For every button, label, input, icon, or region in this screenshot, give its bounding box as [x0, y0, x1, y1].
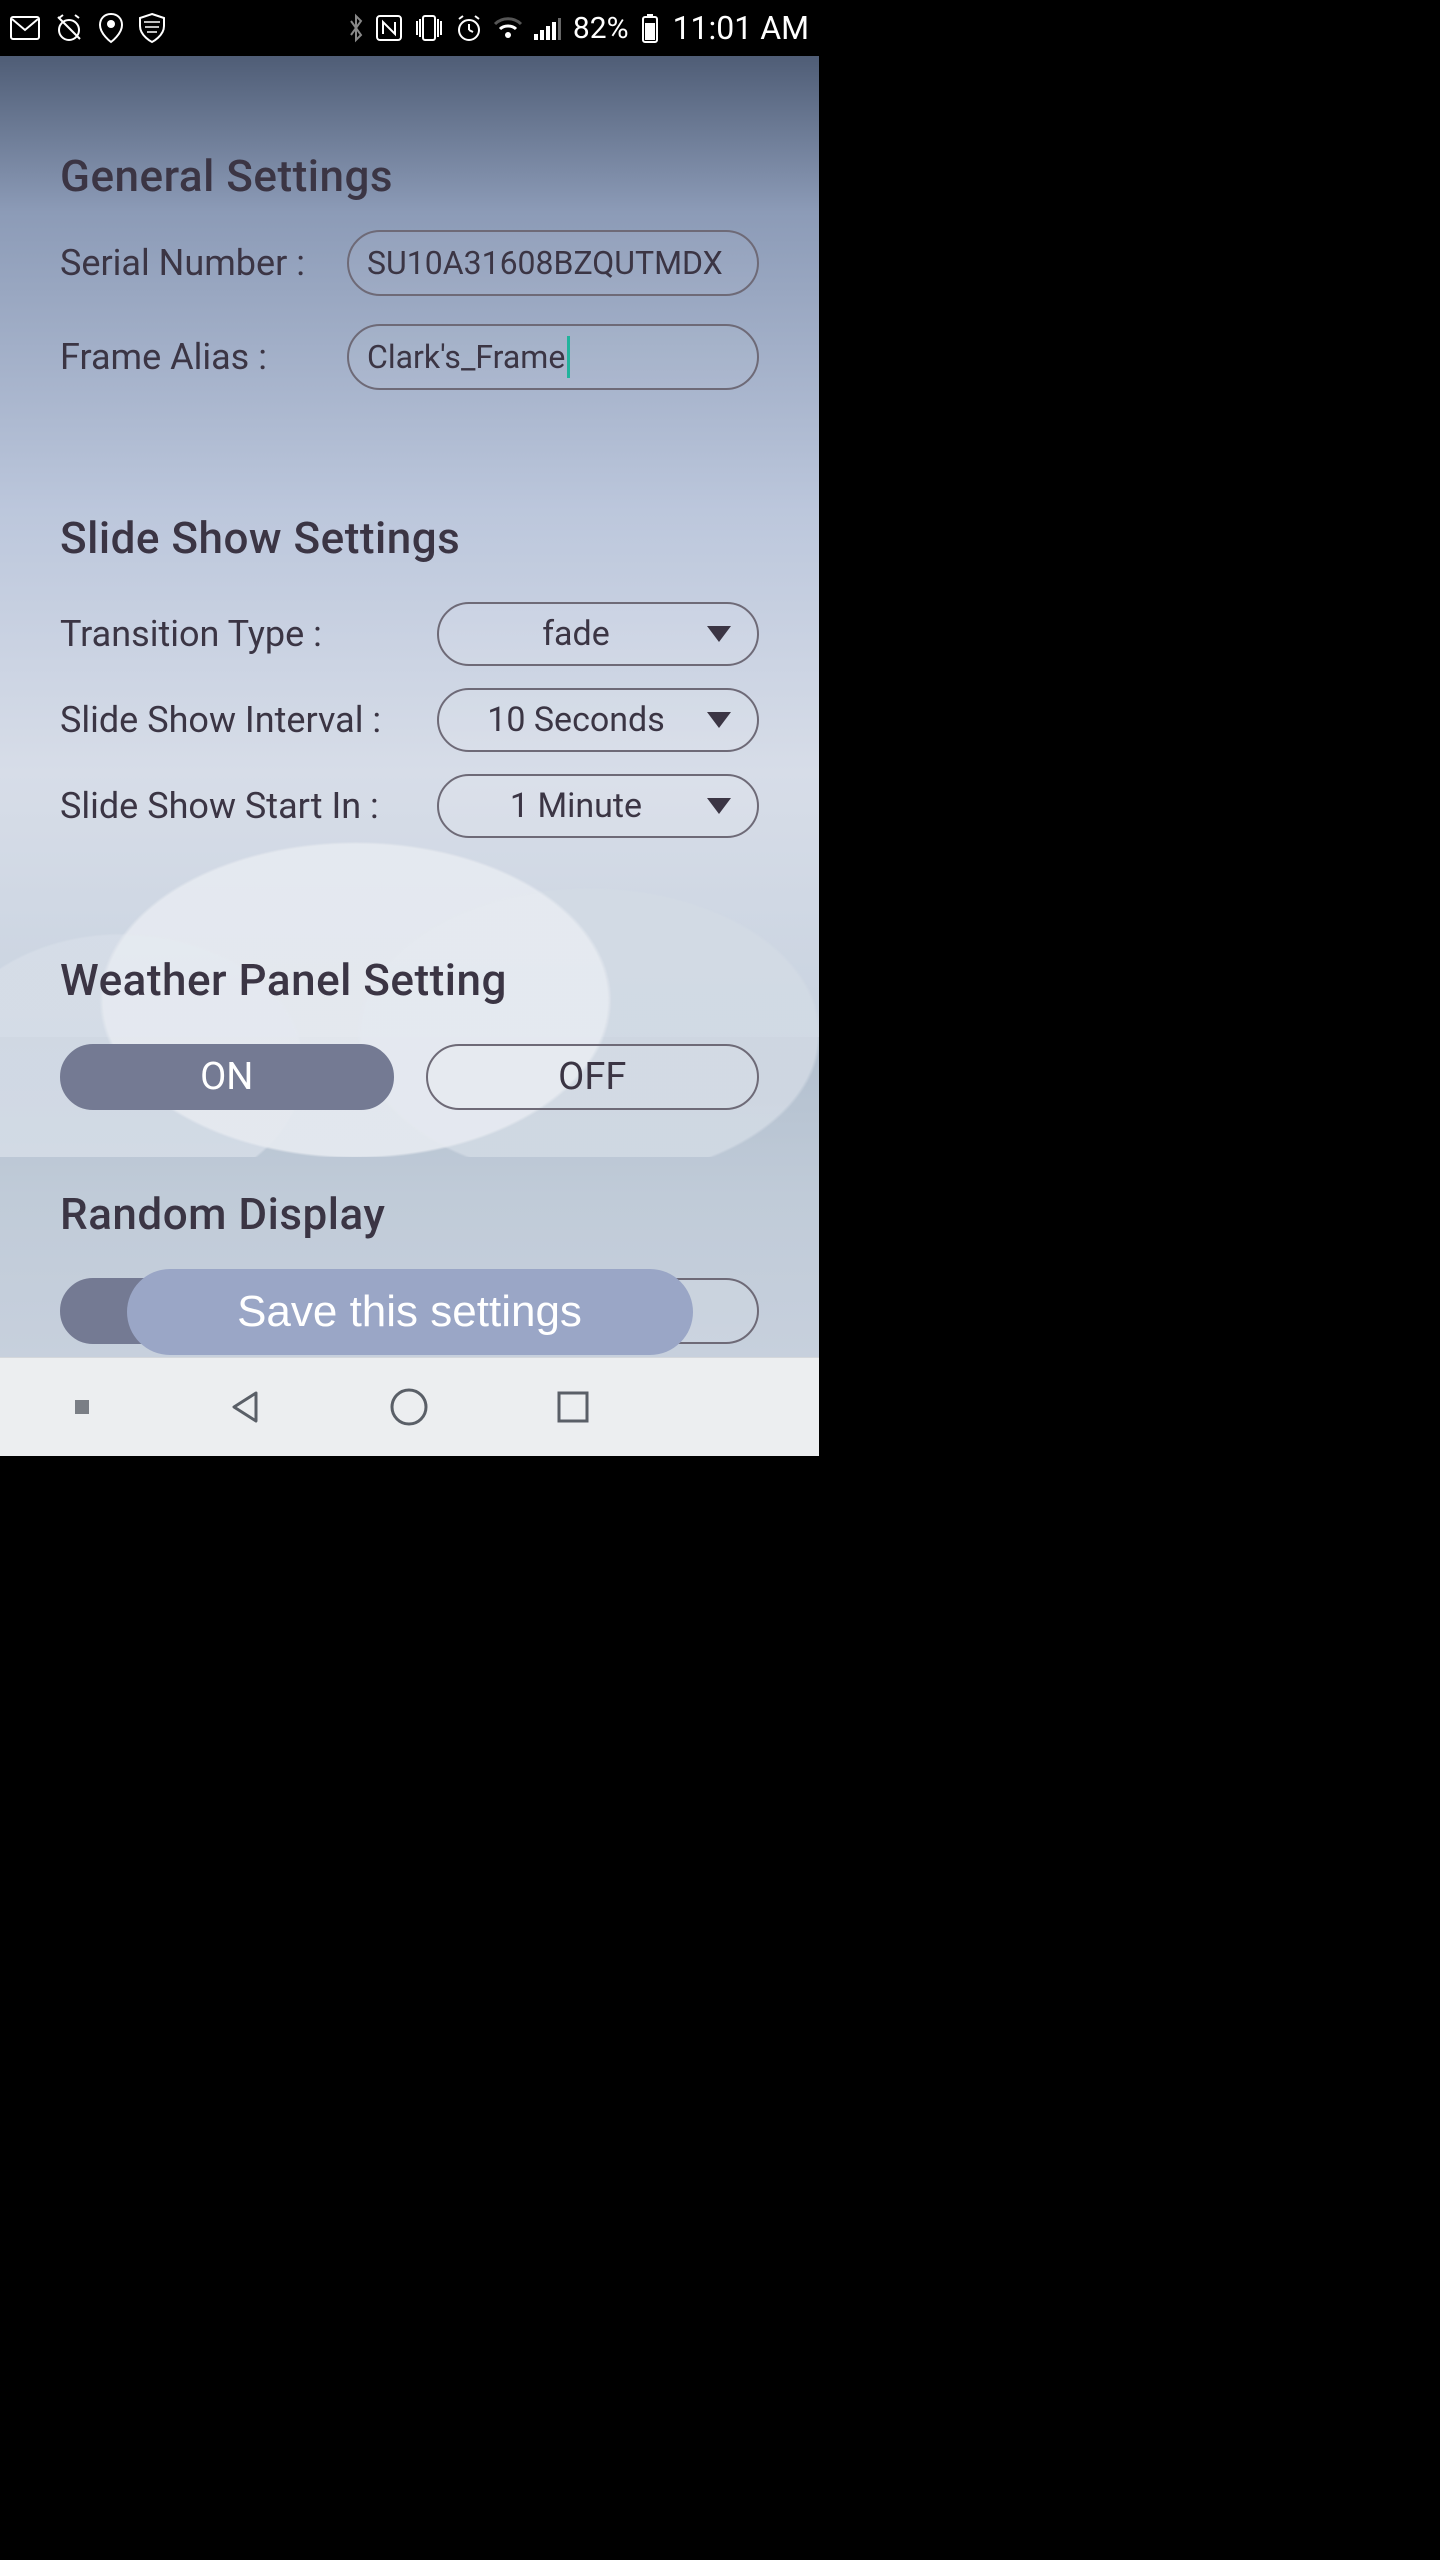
- clock-time: 11:01 AM: [669, 9, 809, 47]
- weather-toggle-row: ON OFF: [60, 1044, 759, 1110]
- recents-icon[interactable]: [545, 1379, 601, 1435]
- slideshow-settings-title: Slide Show Settings: [60, 512, 759, 564]
- startin-value: 1 Minute: [510, 786, 642, 826]
- location-icon: [98, 12, 124, 44]
- random-display-title: Random Display: [60, 1188, 759, 1240]
- alarm-icon: [455, 14, 483, 42]
- mail-icon: [10, 16, 40, 40]
- startin-select[interactable]: 1 Minute: [437, 774, 759, 838]
- status-right: 82% 11:01 AM: [347, 9, 809, 47]
- chevron-down-icon: [707, 626, 731, 642]
- settings-content: General Settings Serial Number : SU10A31…: [0, 56, 819, 1344]
- status-bar: 82% 11:01 AM: [0, 0, 819, 56]
- weather-off-button[interactable]: OFF: [426, 1044, 760, 1110]
- frame-alias-input[interactable]: Clark's_Frame: [347, 324, 759, 390]
- status-left: [10, 12, 166, 44]
- transition-row: Transition Type : fade: [60, 602, 759, 666]
- vibrate-icon: [413, 14, 445, 42]
- transition-label: Transition Type :: [60, 613, 322, 655]
- bluetooth-icon: [347, 13, 365, 43]
- serial-number-value: SU10A31608BZQUTMDX: [367, 244, 723, 282]
- home-icon[interactable]: [381, 1379, 437, 1435]
- interval-label: Slide Show Interval :: [60, 699, 381, 741]
- serial-number-input[interactable]: SU10A31608BZQUTMDX: [347, 230, 759, 296]
- cell-signal-icon: [533, 16, 561, 40]
- general-settings-title: General Settings: [60, 150, 759, 202]
- chevron-down-icon: [707, 712, 731, 728]
- slideshow-settings-section: Slide Show Settings Transition Type : fa…: [60, 512, 759, 838]
- interval-value: 10 Seconds: [487, 700, 665, 740]
- startin-label: Slide Show Start In :: [60, 785, 379, 827]
- shield-icon: [138, 12, 166, 44]
- frame-alias-value: Clark's_Frame: [367, 338, 565, 376]
- nfc-icon: [375, 14, 403, 42]
- save-settings-button[interactable]: Save this settings: [127, 1269, 693, 1355]
- alarm-off-icon: [54, 13, 84, 43]
- nav-notch-icon[interactable]: [54, 1379, 110, 1435]
- weather-on-label: ON: [200, 1055, 253, 1099]
- back-icon[interactable]: [218, 1379, 274, 1435]
- frame-alias-row: Frame Alias : Clark's_Frame: [60, 324, 759, 390]
- weather-off-label: OFF: [558, 1055, 626, 1099]
- battery-icon: [641, 13, 659, 43]
- app-screen: General Settings Serial Number : SU10A31…: [0, 56, 819, 1357]
- serial-number-row: Serial Number : SU10A31608BZQUTMDX: [60, 230, 759, 296]
- transition-value: fade: [542, 614, 610, 654]
- serial-number-label: Serial Number :: [60, 242, 305, 284]
- android-nav-bar: [0, 1357, 819, 1456]
- battery-percent: 82%: [571, 11, 631, 46]
- interval-select[interactable]: 10 Seconds: [437, 688, 759, 752]
- startin-row: Slide Show Start In : 1 Minute: [60, 774, 759, 838]
- weather-on-button[interactable]: ON: [60, 1044, 394, 1110]
- weather-panel-title: Weather Panel Setting: [60, 954, 759, 1006]
- interval-row: Slide Show Interval : 10 Seconds: [60, 688, 759, 752]
- wifi-icon: [493, 16, 523, 40]
- transition-select[interactable]: fade: [437, 602, 759, 666]
- frame-alias-label: Frame Alias :: [60, 336, 267, 378]
- general-settings-section: General Settings Serial Number : SU10A31…: [60, 150, 759, 390]
- text-caret-icon: [567, 336, 570, 378]
- save-settings-label: Save this settings: [237, 1287, 582, 1337]
- weather-panel-section: Weather Panel Setting ON OFF: [60, 954, 759, 1110]
- chevron-down-icon: [707, 798, 731, 814]
